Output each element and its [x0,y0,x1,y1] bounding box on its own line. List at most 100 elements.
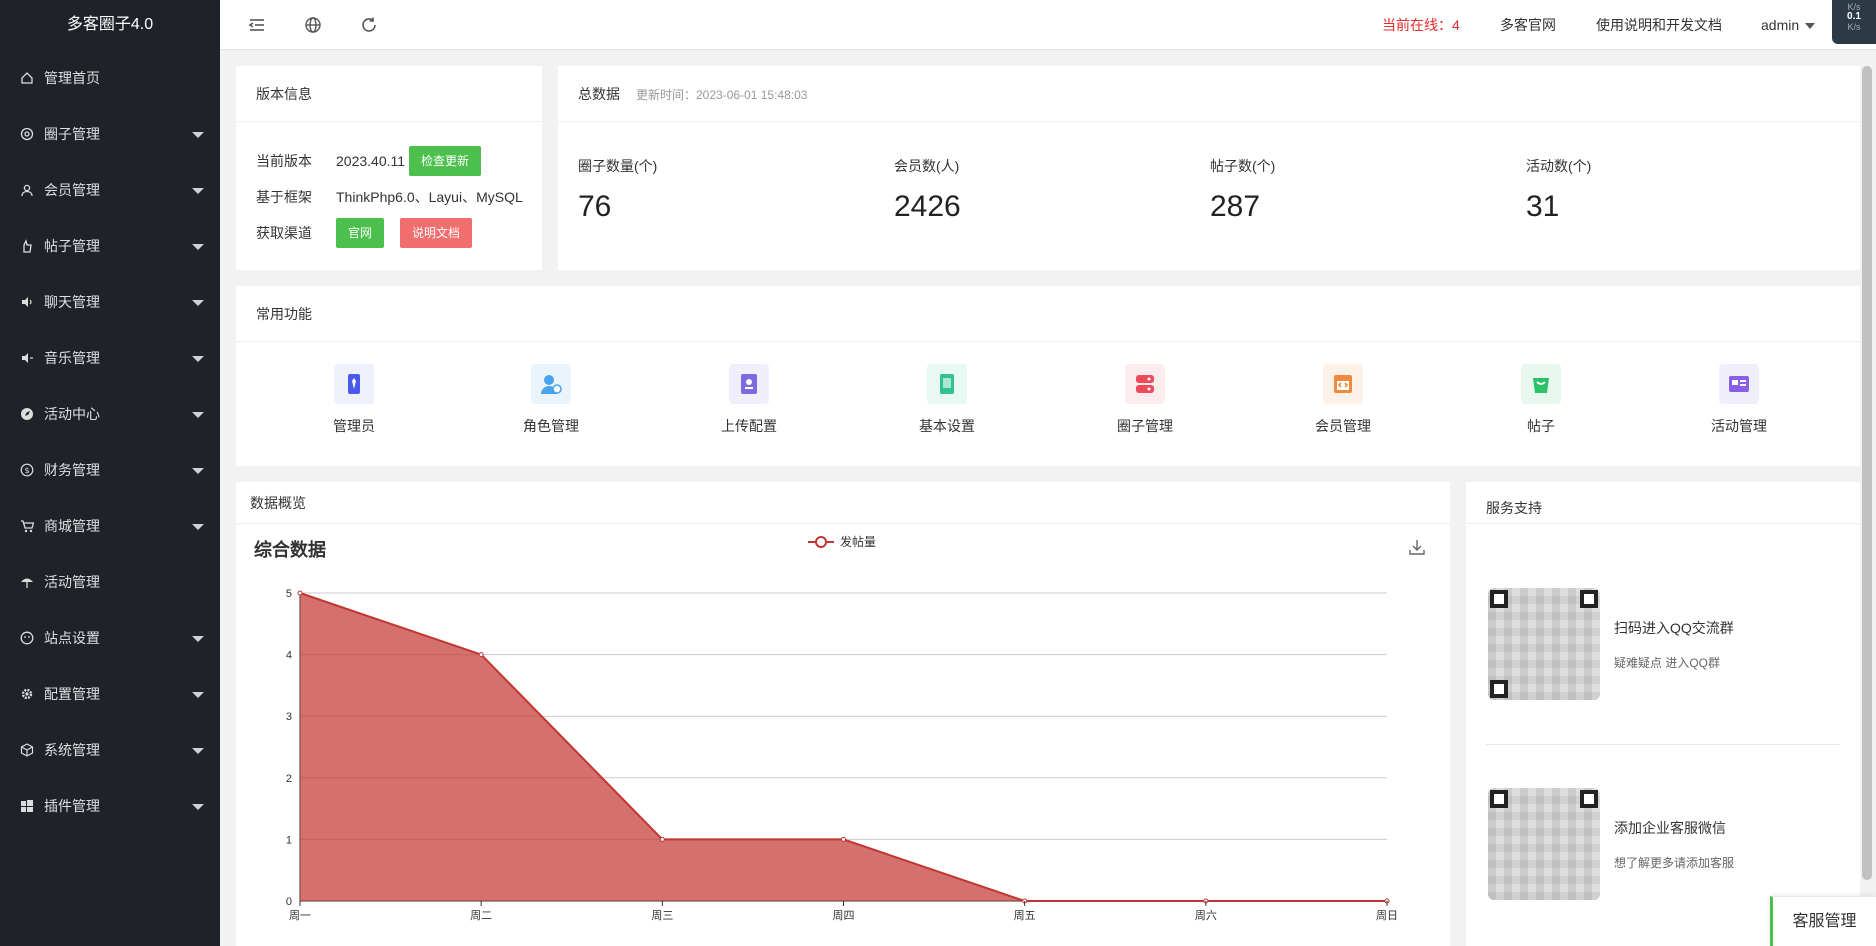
sidebar-item-label: 财务管理 [44,462,100,478]
caret-down-icon [192,412,204,418]
framework-row: 基于框架 ThinkPhp6.0、Layui、MySQL [256,182,523,212]
sidebar-item-13[interactable]: 插件管理 [0,778,220,834]
chart-legend[interactable]: 发帖量 [808,533,876,550]
user-menu[interactable]: admin [1761,0,1816,50]
shortcut-6[interactable]: 帖子 [1481,364,1601,436]
sidebar-item-5[interactable]: 音乐管理 [0,330,220,386]
svg-text:$: $ [24,466,29,475]
sidebar-item-label: 圈子管理 [44,126,100,142]
home-icon [20,71,34,85]
sidebar-item-1[interactable]: 圈子管理 [0,106,220,162]
channel-label: 获取渠道 [256,225,312,241]
admin-tie-icon [334,364,374,404]
chart-title: 综合数据 [254,540,326,560]
qq-group-title: 扫码进入QQ交流群 [1614,620,1734,636]
wechat-qr-code [1488,788,1600,900]
check-update-button[interactable]: 检查更新 [409,146,482,176]
sidebar-item-label: 管理首页 [44,70,100,86]
sidebar-menu: 管理首页圈子管理会员管理帖子管理聊天管理音乐管理活动中心 $ 财务管理商城管理活动管… [0,50,220,834]
service-divider [1486,744,1840,745]
sidebar-item-label: 配置管理 [44,686,100,702]
face-icon [20,631,34,645]
sidebar-item-11[interactable]: 配置管理 [0,666,220,722]
official-site-button[interactable]: 官网 [336,218,385,248]
sidebar-item-2[interactable]: 会员管理 [0,162,220,218]
user-icon [20,183,34,197]
sidebar-item-0[interactable]: 管理首页 [0,50,220,106]
shortcut-2[interactable]: 上传配置 [689,364,809,436]
sidebar-item-label: 会员管理 [44,182,100,198]
shortcut-5[interactable]: 会员管理 [1283,364,1403,436]
version-card-title: 版本信息 [236,66,542,122]
cube-icon [20,743,34,757]
shortcut-3[interactable]: 基本设置 [887,364,1007,436]
customer-service-button[interactable]: 客服管理 [1770,896,1876,946]
member-code-icon [1323,364,1363,404]
version-card: 版本信息 当前版本 2023.40.11 检查更新 基于框架 ThinkPhp6… [236,66,542,270]
docs-link[interactable]: 使用说明和开发文档 [1596,0,1722,50]
umbrella-icon [20,575,34,589]
refresh-icon[interactable] [360,16,378,34]
sidebar-item-label: 聊天管理 [44,294,100,310]
current-version-label: 当前版本 [256,153,312,169]
channel-row: 获取渠道 官网 说明文档 [256,218,473,248]
shortcut-1[interactable]: 角色管理 [491,364,611,436]
compass-icon [20,407,34,421]
circle-server-icon [1125,364,1165,404]
upload-book-icon [729,364,769,404]
sidebar-item-label: 音乐管理 [44,350,100,366]
role-user-icon [531,364,571,404]
sidebar: 多客圈子4.0 管理首页圈子管理会员管理帖子管理聊天管理音乐管理活动中心 $ 财务管… [0,0,220,946]
shortcut-4[interactable]: 圈子管理 [1085,364,1205,436]
username: admin [1761,17,1800,33]
globe-icon[interactable] [304,16,322,34]
at-icon [20,127,34,141]
docs-button[interactable]: 说明文档 [400,218,473,248]
sidebar-item-9[interactable]: 活动管理 [0,554,220,610]
stat-circles: 圈子数量(个) 76 [578,158,658,223]
sidebar-item-label: 商城管理 [44,518,100,534]
activity-card-icon [1719,364,1759,404]
shortcut-7[interactable]: 活动管理 [1679,364,1799,436]
download-icon[interactable] [1408,538,1426,556]
qq-group-qr-code [1488,588,1600,700]
wechat-subtitle: 想了解更多请添加客服 [1614,856,1735,870]
shortcut-label: 基本设置 [919,418,975,434]
gear-icon [20,687,34,701]
app-logo[interactable]: 多客圈子4.0 [0,0,220,50]
legend-marker-icon [808,535,834,548]
collapse-menu-icon[interactable] [248,16,266,34]
shortcut-label: 管理员 [333,418,375,434]
caret-down-icon [192,468,204,474]
sidebar-item-12[interactable]: 系统管理 [0,722,220,778]
sidebar-item-10[interactable]: 站点设置 [0,610,220,666]
page-scrollbar[interactable] [1862,66,1872,880]
overview-card: 数据概览 [236,482,1450,946]
speaker-icon [20,295,34,309]
totals-card: 总数据 更新时间：2023-06-01 15:48:03 圈子数量(个) 76 会员… [558,66,1860,270]
sidebar-item-7[interactable]: $ 财务管理 [0,442,220,498]
top-header: 当前在线：4 多客官网 使用说明和开发文档 admin K/s 0.1 K/s [220,0,1876,50]
wechat-title: 添加企业客服微信 [1614,820,1726,836]
shortcut-label: 活动管理 [1711,418,1767,434]
shortcut-label: 角色管理 [523,418,579,434]
sidebar-item-8[interactable]: 商城管理 [0,498,220,554]
totals-updated: 更新时间：2023-06-01 15:48:03 [636,88,808,102]
framework-value: ThinkPhp6.0、Layui、MySQL [336,189,523,205]
framework-label: 基于框架 [256,189,312,205]
sidebar-item-4[interactable]: 聊天管理 [0,274,220,330]
net-down-unit: K/s [1847,22,1861,32]
stat-activities: 活动数(个) 31 [1526,158,1592,223]
current-version-row: 当前版本 2023.40.11 检查更新 [256,146,482,176]
cart-icon [20,519,34,533]
settings-book-icon [927,364,967,404]
sidebar-item-6[interactable]: 活动中心 [0,386,220,442]
windows-icon [20,799,34,813]
site-link[interactable]: 多客官网 [1500,0,1556,50]
online-count: 当前在线：4 [1382,17,1460,33]
sidebar-item-3[interactable]: 帖子管理 [0,218,220,274]
shortcut-0[interactable]: 管理员 [294,364,414,436]
legend-label: 发帖量 [840,535,877,549]
service-title: 服务支持 [1466,482,1860,524]
post-bag-icon [1521,364,1561,404]
